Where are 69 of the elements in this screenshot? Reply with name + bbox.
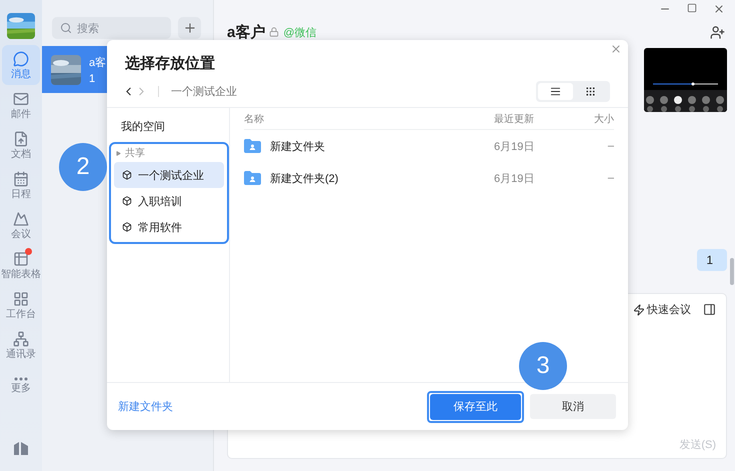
column-header: 大小 bbox=[593, 112, 614, 126]
chat-bubble-icon bbox=[13, 50, 29, 66]
column-header: 最近更新 bbox=[494, 112, 535, 126]
chat-name: a客 bbox=[89, 56, 106, 70]
folder-icon bbox=[244, 171, 261, 185]
scrollbar[interactable] bbox=[730, 258, 734, 285]
envelope-icon bbox=[13, 90, 29, 106]
calendar-icon bbox=[13, 170, 29, 186]
grid-icon bbox=[585, 86, 596, 97]
location-item[interactable]: 常用软件 bbox=[114, 214, 224, 240]
nav-item[interactable]: 会议 bbox=[2, 205, 40, 245]
section-label: 共享 bbox=[125, 146, 145, 160]
nav-item[interactable]: 智能表格 bbox=[2, 245, 40, 285]
close-icon bbox=[610, 43, 622, 55]
maximize-icon[interactable] bbox=[687, 3, 697, 13]
list-view-button[interactable] bbox=[538, 83, 573, 100]
nav-item[interactable]: 消息 bbox=[2, 45, 40, 85]
nav-item[interactable]: 更多 bbox=[2, 365, 40, 405]
location-item[interactable]: 入职培训 bbox=[114, 188, 224, 214]
cube-icon bbox=[122, 222, 132, 232]
cube-icon bbox=[122, 196, 132, 206]
logo-icon bbox=[13, 439, 29, 455]
location-item[interactable]: 我的空间 bbox=[109, 118, 229, 136]
add-button[interactable] bbox=[178, 17, 201, 39]
search-icon bbox=[60, 22, 72, 34]
plus-icon bbox=[182, 21, 196, 35]
save-button[interactable]: 保存至此 bbox=[430, 394, 521, 420]
close-button[interactable] bbox=[610, 43, 622, 55]
lightning-icon bbox=[633, 304, 645, 316]
quick-meeting-button[interactable]: 快速会议 bbox=[633, 302, 691, 317]
breadcrumb[interactable]: 一个测试企业 bbox=[171, 84, 237, 99]
more-icon bbox=[14, 376, 28, 380]
nav-item[interactable]: 日程 bbox=[2, 165, 40, 205]
dialog-title: 选择存放位置 bbox=[125, 54, 216, 74]
lock-icon bbox=[269, 27, 280, 37]
message-bubble: 1 bbox=[697, 249, 727, 271]
search-placeholder: 搜索 bbox=[77, 22, 99, 36]
list-icon bbox=[550, 86, 561, 97]
mountain-icon bbox=[13, 210, 29, 226]
file-name: 新建文件夹 bbox=[270, 140, 325, 154]
file-size: – bbox=[606, 172, 614, 184]
expand-icon[interactable] bbox=[116, 150, 121, 156]
location-item[interactable]: 一个测试企业 bbox=[114, 162, 224, 188]
nav-item[interactable]: 文档 bbox=[2, 125, 40, 165]
folder-icon bbox=[244, 139, 261, 153]
chat-preview: 1 bbox=[89, 72, 96, 84]
add-person-icon[interactable] bbox=[710, 24, 725, 40]
file-date: 6月19日 bbox=[494, 172, 536, 186]
file-date: 6月19日 bbox=[494, 140, 536, 154]
column-header: 名称 bbox=[244, 113, 265, 126]
file-size: – bbox=[606, 140, 614, 152]
file-row[interactable]: 新建文件夹(2) 6月19日 – bbox=[244, 162, 614, 194]
grid-icon bbox=[13, 290, 29, 306]
cancel-button[interactable]: 取消 bbox=[530, 394, 616, 419]
side-panel-icon[interactable] bbox=[703, 303, 716, 316]
org-chart-icon bbox=[13, 330, 29, 346]
chat-title: a客户 bbox=[227, 22, 266, 42]
search-field[interactable]: 搜索 bbox=[52, 17, 171, 39]
file-row[interactable]: 新建文件夹 6月19日 – bbox=[244, 130, 614, 162]
nav-item[interactable]: 工作台 bbox=[2, 285, 40, 325]
new-folder-link[interactable]: 新建文件夹 bbox=[118, 399, 173, 414]
nav-item[interactable]: 邮件 bbox=[2, 85, 40, 125]
cube-icon bbox=[122, 170, 132, 180]
close-icon[interactable] bbox=[713, 3, 725, 15]
file-name: 新建文件夹(2) bbox=[270, 172, 338, 186]
table-icon bbox=[13, 250, 29, 266]
nav-item[interactable]: 通讯录 bbox=[2, 325, 40, 365]
document-icon bbox=[13, 130, 29, 146]
source-label: @微信 bbox=[283, 26, 317, 40]
